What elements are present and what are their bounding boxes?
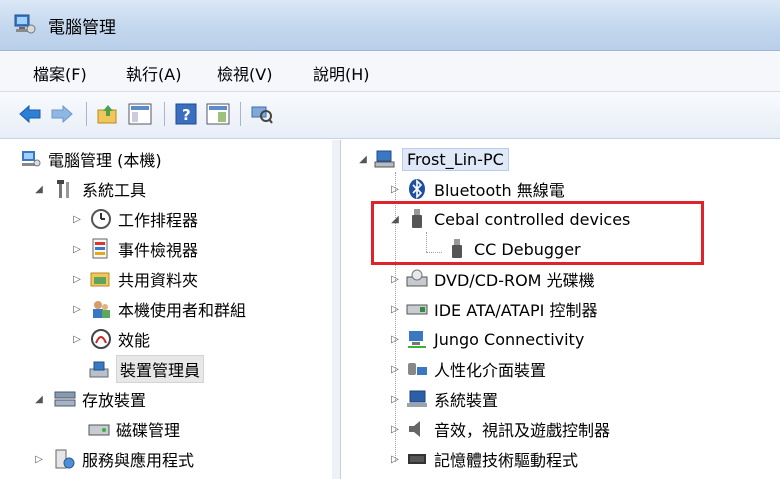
storage-icon [54, 388, 76, 410]
device-category-system-devices[interactable]: ▷ 系統裝置 [388, 384, 498, 414]
tree-item-disk-management[interactable]: 磁碟管理 [88, 414, 180, 444]
tree-item-computer-management[interactable]: 電腦管理 (本機) [20, 144, 162, 174]
menu-file[interactable]: 檔案(F) [30, 61, 90, 85]
tree-item-label: 裝置管理員 [116, 355, 205, 383]
tree-item-label: 系統工具 [82, 181, 147, 200]
up-folder-icon[interactable] [94, 100, 122, 128]
collapse-triangle-icon[interactable]: ◢ [356, 152, 370, 166]
tree-item-shared-folders[interactable]: ▷ 共用資料夾 [70, 264, 198, 294]
services-icon [54, 448, 76, 470]
tree-item-label: 本機使用者和群組 [118, 301, 247, 320]
expand-triangle-icon[interactable]: ▷ [388, 392, 402, 406]
device-category-jungo[interactable]: ▷ Jungo Connectivity [388, 324, 584, 354]
device-category-dvd[interactable]: ▷ DVD/CD-ROM 光碟機 [388, 264, 595, 294]
expand-triangle-icon[interactable]: ▷ [388, 452, 402, 466]
tree-item-label: 共用資料夾 [118, 271, 199, 290]
toolbar-separator [240, 102, 241, 126]
device-manager-icon [88, 358, 110, 380]
expand-triangle-icon[interactable]: ▷ [388, 302, 402, 316]
menu-action[interactable]: 執行(A) [123, 61, 184, 85]
device-category-label: 音效，視訊及遊戲控制器 [434, 421, 611, 440]
device-category-label: IDE ATA/ATAPI 控制器 [434, 301, 598, 320]
tree-item-system-tools[interactable]: ◢ 系統工具 [32, 174, 146, 204]
toolbar-separator [164, 102, 165, 126]
device-category-sound[interactable]: ▷ 音效，視訊及遊戲控制器 [388, 414, 610, 444]
title-bar: 電腦管理 [0, 0, 780, 51]
expand-triangle-icon[interactable]: ▷ [70, 332, 84, 346]
toolbar: ? [0, 92, 780, 139]
highlight-annotation-box [371, 201, 704, 265]
network-connectivity-icon [406, 328, 428, 350]
clock-icon [90, 208, 112, 230]
hid-keyboard-icon [406, 358, 428, 380]
device-category-label: DVD/CD-ROM 光碟機 [434, 271, 595, 290]
window-title: 電腦管理 [48, 18, 116, 38]
svg-text:?: ? [182, 106, 191, 124]
expand-triangle-icon[interactable]: ▷ [70, 212, 84, 226]
help-icon[interactable]: ? [172, 100, 200, 128]
tools-icon [54, 178, 76, 200]
device-category-label: 系統裝置 [434, 391, 499, 410]
expand-triangle-icon[interactable]: ▷ [388, 182, 402, 196]
device-category-label: Jungo Connectivity [434, 329, 585, 349]
collapse-triangle-icon[interactable]: ◢ [32, 182, 46, 196]
expand-triangle-icon[interactable]: ▷ [388, 362, 402, 376]
tree-item-performance[interactable]: ▷ 效能 [70, 324, 150, 354]
device-category-label: 人性化介面裝置 [434, 361, 547, 380]
device-category-memory[interactable]: ▷ 記憶體技術驅動程式 [388, 444, 578, 474]
speaker-icon [406, 418, 428, 440]
device-category-bluetooth[interactable]: ▷ Bluetooth 無線電 [388, 174, 565, 204]
show-hide-tree-icon[interactable] [126, 100, 154, 128]
collapse-triangle-icon[interactable]: ◢ [32, 392, 46, 406]
host-name: Frost_Lin-PC [402, 147, 509, 171]
expand-triangle-icon[interactable]: ▷ [388, 422, 402, 436]
expand-triangle-icon[interactable]: ▷ [70, 302, 84, 316]
tree-item-local-users-groups[interactable]: ▷ 本機使用者和群組 [70, 294, 246, 324]
device-category-ide[interactable]: ▷ IDE ATA/ATAPI 控制器 [388, 294, 597, 324]
tree-item-task-scheduler[interactable]: ▷ 工作排程器 [70, 204, 198, 234]
tree-item-storage[interactable]: ◢ 存放裝置 [32, 384, 146, 414]
menu-view[interactable]: 檢視(V) [214, 61, 275, 85]
device-category-hid[interactable]: ▷ 人性化介面裝置 [388, 354, 546, 384]
tree-item-label: 效能 [118, 331, 151, 350]
shared-folder-icon [90, 268, 112, 290]
computer-icon [374, 148, 396, 170]
tree-item-label: 服務與應用程式 [82, 451, 195, 470]
device-category-label: Bluetooth 無線電 [434, 181, 565, 200]
properties-icon[interactable] [204, 100, 232, 128]
computer-management-icon [20, 148, 42, 170]
expand-triangle-icon[interactable]: ▷ [70, 242, 84, 256]
tree-item-label: 磁碟管理 [116, 421, 181, 440]
pane-splitter[interactable] [332, 140, 340, 479]
device-tree-host[interactable]: ◢ Frost_Lin-PC [356, 144, 509, 174]
bluetooth-icon [406, 178, 428, 200]
tree-item-label: 存放裝置 [82, 391, 147, 410]
computer-management-icon [14, 14, 36, 34]
disk-icon [88, 418, 110, 440]
tree-item-device-manager[interactable]: 裝置管理員 [88, 354, 205, 384]
scan-hardware-icon[interactable] [248, 100, 276, 128]
users-group-icon [90, 298, 112, 320]
event-viewer-icon [90, 238, 112, 260]
expand-triangle-icon[interactable]: ▷ [388, 272, 402, 286]
ide-controller-icon [406, 298, 428, 320]
performance-gauge-icon [90, 328, 112, 350]
toolbar-separator [86, 102, 87, 126]
expand-triangle-icon[interactable]: ▷ [32, 452, 46, 466]
tree-item-label: 事件檢視器 [118, 241, 199, 260]
back-arrow-icon[interactable] [16, 100, 44, 128]
menu-bar: 檔案(F) 執行(A) 檢視(V) 說明(H) [0, 51, 780, 92]
optical-drive-icon [406, 268, 428, 290]
menu-help[interactable]: 說明(H) [310, 61, 373, 85]
tree-item-services-apps[interactable]: ▷ 服務與應用程式 [32, 444, 194, 474]
expand-triangle-icon[interactable]: ▷ [70, 272, 84, 286]
expand-triangle-icon[interactable]: ▷ [388, 332, 402, 346]
device-category-label: 記憶體技術驅動程式 [434, 451, 579, 470]
forward-arrow-icon[interactable] [48, 100, 76, 128]
tree-item-label: 工作排程器 [118, 211, 199, 230]
memory-chip-icon [406, 448, 428, 470]
tree-item-label: 電腦管理 (本機) [48, 151, 162, 170]
system-device-icon [406, 388, 428, 410]
tree-item-event-viewer[interactable]: ▷ 事件檢視器 [70, 234, 198, 264]
